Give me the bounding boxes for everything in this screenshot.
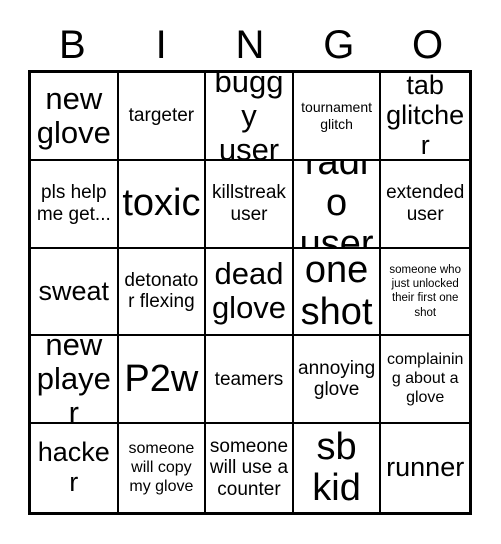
bingo-square-label: killstreak user [212, 182, 286, 225]
bingo-square[interactable]: tournament glitch [293, 73, 382, 161]
bingo-square-label: runner [386, 452, 465, 483]
bingo-square-label: buggy user [214, 73, 284, 161]
bingo-square-label: someone will use a counter [209, 436, 289, 500]
header-letter-i: I [155, 23, 167, 67]
bingo-square[interactable]: tab glitcher [381, 73, 469, 161]
bingo-square[interactable]: annoying glove [293, 336, 382, 425]
bingo-square-label: targeter [128, 105, 195, 127]
bingo-square-label: someone will copy my glove [128, 439, 195, 495]
bingo-square-label: extended user [386, 182, 465, 225]
bingo-square-label: dead glove [211, 256, 287, 326]
bingo-square-label: one shot [300, 249, 373, 333]
bingo-square-label: toxic [122, 182, 201, 225]
header-letter-o: O [412, 23, 444, 67]
bingo-square[interactable]: someone who just unlocked their first on… [381, 248, 469, 337]
bingo-square-label: teamers [214, 368, 284, 390]
bingo-square[interactable]: hacker [31, 424, 119, 512]
bingo-square[interactable]: runner [381, 424, 469, 512]
bingo-square[interactable]: someone will use a counter [206, 424, 294, 512]
bingo-square-label: tab glitcher [386, 73, 465, 160]
bingo-square-label: hacker [37, 437, 110, 498]
bingo-square[interactable]: buggy user [206, 73, 294, 161]
bingo-square-label: P2w [124, 357, 199, 400]
bingo-square-label: radio user [299, 160, 374, 249]
bingo-square[interactable]: pls help me get... [31, 160, 119, 249]
bingo-square-label: new player [36, 336, 111, 425]
bingo-square[interactable]: P2w [118, 336, 207, 425]
bingo-square[interactable]: killstreak user [206, 160, 294, 249]
bingo-square-label: complaining about a glove [386, 350, 464, 406]
bingo-square[interactable]: toxic [118, 160, 207, 249]
bingo-square[interactable]: dead glove [206, 248, 294, 337]
bingo-square[interactable]: sb kid [293, 424, 382, 512]
bingo-square-label: sb kid [312, 426, 361, 510]
bingo-grid: new glove targeter buggy user tournament gl… [28, 70, 472, 515]
bingo-card: B I N G O new glove targeter buggy user tou… [0, 0, 501, 544]
bingo-square-label: annoying glove [298, 358, 376, 401]
bingo-square[interactable]: radio user [293, 160, 382, 249]
bingo-square-label: someone who just unlocked their first on… [389, 263, 461, 319]
header-letter-b: B [59, 23, 86, 67]
bingo-square[interactable]: new player [31, 336, 119, 425]
bingo-square-label: sweat [38, 275, 110, 306]
bingo-square[interactable]: extended user [381, 160, 469, 249]
header-letter-g: G [323, 23, 355, 67]
bingo-header: B I N G O [28, 22, 472, 68]
bingo-square[interactable]: teamers [206, 336, 294, 425]
bingo-square-label: tournament glitch [301, 99, 372, 132]
bingo-square[interactable]: targeter [118, 73, 207, 161]
bingo-square[interactable]: new glove [31, 73, 119, 161]
bingo-square[interactable]: one shot [293, 248, 382, 337]
bingo-square-label: detonator flexing [124, 270, 199, 313]
bingo-square-label: pls help me get... [36, 182, 111, 225]
bingo-square[interactable]: someone will copy my glove [118, 424, 207, 512]
header-letter-n: N [235, 23, 265, 67]
bingo-square[interactable]: detonator flexing [118, 248, 207, 337]
bingo-square-label: new glove [36, 80, 111, 150]
bingo-square[interactable]: sweat [31, 248, 119, 337]
bingo-square[interactable]: complaining about a glove [381, 336, 469, 425]
